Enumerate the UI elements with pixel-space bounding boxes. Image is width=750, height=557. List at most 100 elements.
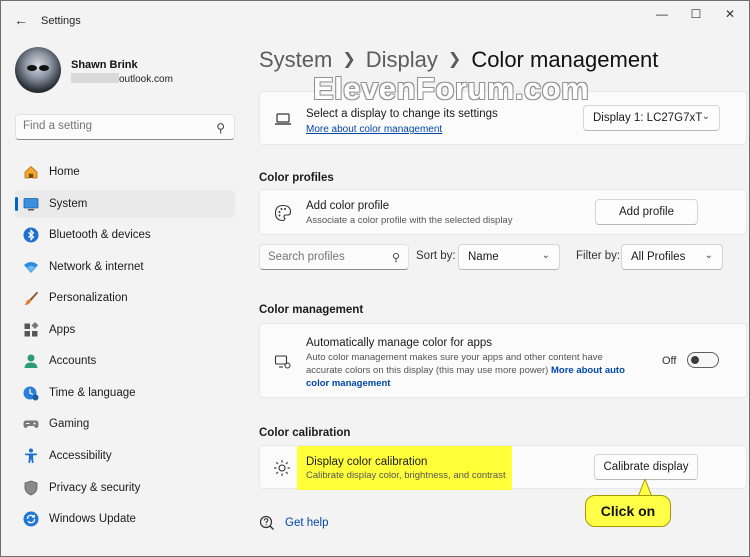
avatar[interactable] [15, 47, 61, 93]
sidebar-item-home[interactable]: Home [15, 158, 235, 186]
close-icon[interactable]: ✕ [719, 7, 741, 21]
sidebar-item-label: Accessibility [49, 450, 112, 462]
sidebar-item-windows-update[interactable]: Windows Update [15, 505, 235, 533]
bluetooth-icon [23, 227, 39, 243]
toggle-state-label: Off [662, 355, 677, 367]
breadcrumb-display[interactable]: Display [366, 47, 438, 72]
auto-color-toggle[interactable] [687, 352, 719, 368]
gamepad-icon [23, 420, 39, 428]
help-icon [259, 515, 274, 530]
sidebar-item-apps[interactable]: Apps [15, 316, 235, 344]
more-about-auto-link[interactable]: More about auto [551, 365, 625, 376]
sidebar-item-accessibility[interactable]: Accessibility [15, 442, 235, 470]
brightness-icon [274, 460, 290, 476]
calibrate-display-button[interactable]: Calibrate display [594, 454, 698, 480]
user-name: Shawn Brink [71, 59, 138, 71]
monitor-icon [23, 198, 39, 211]
app-title: Settings [41, 15, 81, 27]
sidebar-item-personalization[interactable]: Personalization [15, 284, 235, 312]
color-calibration-heading: Color calibration [259, 427, 351, 439]
update-icon [23, 511, 39, 527]
filter-by-dropdown[interactable]: All Profiles ⌄ [621, 244, 723, 270]
get-help-link[interactable]: Get help [285, 517, 328, 529]
search-profiles-box[interactable]: ⚲ [259, 244, 409, 270]
apps-icon [24, 322, 39, 337]
sidebar-item-network[interactable]: Network & internet [15, 253, 235, 281]
display-brightness-icon [274, 355, 291, 369]
sidebar-item-label: Apps [49, 324, 76, 336]
breadcrumb: System ❯ Display ❯ Color management [259, 47, 658, 73]
accessibility-icon [25, 448, 37, 463]
sidebar-item-bluetooth[interactable]: Bluetooth & devices [15, 221, 235, 249]
clock-globe-icon [23, 386, 39, 401]
color-management-heading: Color management [259, 304, 364, 316]
display-select-title: Select a display to change its settings [306, 108, 498, 120]
brush-icon [24, 291, 38, 306]
sidebar-item-privacy-security[interactable]: Privacy & security [15, 474, 235, 502]
add-color-profile-card: Add color profile Associate a color prof… [259, 189, 747, 235]
breadcrumb-system[interactable]: System [259, 47, 332, 72]
palette-icon [274, 204, 292, 222]
search-profiles-input[interactable] [268, 251, 378, 263]
sidebar-item-label: Network & internet [49, 261, 144, 273]
click-on-callout: Click on [585, 495, 671, 527]
sidebar-item-accounts[interactable]: Accounts [15, 347, 235, 375]
highlight-box [297, 446, 512, 490]
more-about-color-management-link[interactable]: More about color management [306, 124, 442, 135]
auto-manage-subtitle-text: accurate colors on this display (this ma… [306, 365, 549, 376]
email-redaction [71, 73, 119, 83]
sidebar-item-label: Gaming [49, 418, 90, 430]
display-dropdown[interactable]: Display 1: LC27G7xT ⌄ [583, 105, 720, 131]
chevron-down-icon: ⌄ [541, 250, 550, 261]
sort-by-value: Name [468, 251, 499, 263]
minimize-icon[interactable]: — [651, 7, 673, 21]
auto-manage-title: Automatically manage color for apps [306, 337, 493, 349]
add-profile-button[interactable]: Add profile [595, 199, 698, 225]
chevron-down-icon: ⌄ [704, 250, 713, 261]
search-icon[interactable]: ⚲ [216, 121, 225, 135]
watermark: ElevenForum.com [313, 71, 590, 106]
sidebar-item-label: Accounts [49, 355, 97, 367]
person-icon [24, 354, 38, 368]
add-color-profile-title: Add color profile [306, 200, 390, 212]
calibration-subtitle: Calibrate display color, brightness, and… [306, 470, 506, 481]
search-icon[interactable]: ⚲ [392, 251, 400, 264]
sidebar-item-label: Bluetooth & devices [49, 229, 151, 241]
chevron-right-icon: ❯ [342, 51, 356, 68]
sidebar-item-label: Windows Update [49, 513, 136, 525]
sidebar-item-label: Privacy & security [49, 482, 141, 494]
calibration-title: Display color calibration [306, 456, 428, 468]
color-profiles-heading: Color profiles [259, 172, 334, 184]
settings-window: ← Settings — ☐ ✕ Shawn Brink outlook.com… [0, 0, 750, 557]
home-icon [24, 165, 38, 179]
title-bar: ← Settings — ☐ ✕ [1, 1, 749, 39]
laptop-icon [275, 113, 291, 125]
sidebar-item-label: System [49, 198, 88, 210]
maximize-icon[interactable]: ☐ [685, 7, 707, 21]
shield-icon [24, 480, 38, 496]
wifi-icon [24, 262, 38, 273]
find-setting-box[interactable]: ⚲ [15, 114, 235, 140]
find-setting-input[interactable] [23, 120, 203, 132]
filter-by-label: Filter by: [576, 250, 621, 262]
auto-manage-subtitle-line2: accurate colors on this display (this ma… [306, 364, 625, 377]
auto-manage-subtitle-line1: Auto color management makes sure your ap… [306, 352, 603, 363]
user-email: outlook.com [71, 73, 173, 85]
back-arrow-icon[interactable]: ← [13, 12, 29, 28]
page-title: Color management [471, 47, 659, 72]
active-indicator [15, 197, 18, 211]
sidebar-item-label: Time & language [49, 387, 136, 399]
filter-by-value: All Profiles [631, 251, 686, 263]
email-domain: outlook.com [119, 74, 173, 85]
sidebar-item-gaming[interactable]: Gaming [15, 410, 235, 438]
color-management-link[interactable]: color management [306, 377, 390, 390]
display-dropdown-value: Display 1: LC27G7xT [593, 112, 703, 124]
sidebar-item-time-language[interactable]: Time & language [15, 379, 235, 407]
sidebar-item-label: Personalization [49, 292, 128, 304]
toggle-knob [691, 356, 699, 364]
sidebar-item-system[interactable]: System [15, 190, 235, 218]
chevron-down-icon: ⌄ [701, 111, 710, 122]
sidebar-item-label: Home [49, 166, 80, 178]
add-color-profile-subtitle: Associate a color profile with the selec… [306, 215, 513, 226]
sort-by-dropdown[interactable]: Name ⌄ [458, 244, 560, 270]
